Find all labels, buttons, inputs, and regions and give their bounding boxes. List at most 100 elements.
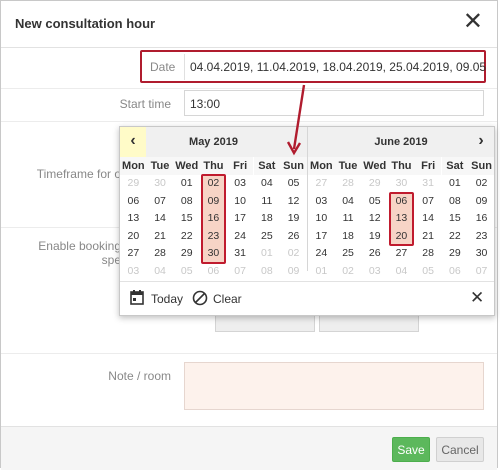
calendar-day[interactable]: 29 xyxy=(361,175,388,192)
calendar-day[interactable]: 18 xyxy=(254,210,281,227)
calendar-day[interactable]: 07 xyxy=(147,193,174,210)
calendar-day[interactable]: 07 xyxy=(227,263,254,280)
calendar-day[interactable]: 24 xyxy=(227,228,254,245)
next-month-button[interactable]: › xyxy=(468,127,494,157)
calendar-day[interactable]: 04 xyxy=(254,175,281,192)
weekday-header: Sat xyxy=(441,157,469,175)
calendar-day[interactable]: 06 xyxy=(120,193,147,210)
calendar-day[interactable]: 12 xyxy=(361,210,388,227)
calendar-day[interactable]: 01 xyxy=(308,263,335,280)
calendar-day[interactable]: 04 xyxy=(147,263,174,280)
calendar-day[interactable]: 11 xyxy=(254,193,281,210)
calendar-day[interactable]: 21 xyxy=(415,228,442,245)
calendar-day[interactable]: 29 xyxy=(442,245,469,262)
calendar-day[interactable]: 29 xyxy=(173,245,200,262)
weekday-header: Mon xyxy=(308,157,335,175)
calendar-day[interactable]: 14 xyxy=(147,210,174,227)
calendar-day[interactable]: 17 xyxy=(308,228,335,245)
calendar-day[interactable]: 08 xyxy=(173,193,200,210)
calendar-day[interactable]: 04 xyxy=(335,193,362,210)
previous-month-button[interactable]: ‹ xyxy=(120,127,146,157)
calendar-day[interactable]: 12 xyxy=(280,193,307,210)
timeframe-label: Timeframe for o xyxy=(36,167,121,181)
datepicker-footer: Today Clear ✕ xyxy=(120,281,494,315)
calendar-day[interactable]: 03 xyxy=(227,175,254,192)
note-textarea[interactable] xyxy=(184,362,484,410)
calendar-day[interactable]: 31 xyxy=(415,175,442,192)
calendar-day[interactable]: 26 xyxy=(280,228,307,245)
calendar-day[interactable]: 18 xyxy=(335,228,362,245)
calendar-day[interactable]: 25 xyxy=(254,228,281,245)
calendar-day[interactable]: 11 xyxy=(335,210,362,227)
calendar-day[interactable]: 27 xyxy=(388,245,415,262)
start-time-input[interactable]: 13:00 xyxy=(184,90,484,116)
calendar-day[interactable]: 02 xyxy=(468,175,494,192)
calendar-day[interactable]: 06 xyxy=(442,263,469,280)
datepicker-close-icon[interactable]: ✕ xyxy=(470,288,484,308)
calendar-day[interactable]: 19 xyxy=(280,210,307,227)
calendar-day[interactable]: 24 xyxy=(308,245,335,262)
calendar-day[interactable]: 05 xyxy=(280,175,307,192)
today-button[interactable]: Today xyxy=(151,292,183,306)
calendar-day[interactable]: 20 xyxy=(120,228,147,245)
calendar-day[interactable]: 03 xyxy=(361,263,388,280)
calendar-day[interactable]: 27 xyxy=(308,175,335,192)
weekday-header: Mon xyxy=(120,157,147,175)
calendar-day[interactable]: 13 xyxy=(120,210,147,227)
calendar-day[interactable]: 30 xyxy=(468,245,494,262)
calendar-day[interactable]: 10 xyxy=(227,193,254,210)
clear-button[interactable]: Clear xyxy=(213,292,242,306)
calendar-day[interactable]: 07 xyxy=(468,263,494,280)
calendar-day[interactable]: 08 xyxy=(254,263,281,280)
calendar-day[interactable]: 17 xyxy=(227,210,254,227)
calendar-day[interactable]: 05 xyxy=(173,263,200,280)
calendar-day[interactable]: 27 xyxy=(120,245,147,262)
dialog-header: New consultation hour ✕ xyxy=(1,1,497,48)
calendar-day[interactable]: 03 xyxy=(308,193,335,210)
dialog-title: New consultation hour xyxy=(15,16,156,31)
calendar-day[interactable]: 26 xyxy=(361,245,388,262)
calendar-day[interactable]: 05 xyxy=(415,263,442,280)
calendar-day[interactable]: 15 xyxy=(173,210,200,227)
calendar-day[interactable]: 03 xyxy=(120,263,147,280)
calendar-day[interactable]: 30 xyxy=(388,175,415,192)
calendar-day[interactable]: 06 xyxy=(200,263,227,280)
enable-booking-label: Enable booking xyxy=(38,239,121,253)
calendar-day[interactable]: 05 xyxy=(361,193,388,210)
calendar-day[interactable]: 09 xyxy=(280,263,307,280)
row-divider xyxy=(1,88,497,89)
calendar-day[interactable]: 04 xyxy=(388,263,415,280)
calendar-day[interactable]: 01 xyxy=(254,245,281,262)
calendar-day[interactable]: 16 xyxy=(468,210,494,227)
calendar-day[interactable]: 14 xyxy=(415,210,442,227)
close-icon[interactable]: ✕ xyxy=(463,10,483,34)
calendar-day[interactable]: 22 xyxy=(173,228,200,245)
calendar-day[interactable]: 02 xyxy=(335,263,362,280)
calendar-day[interactable]: 28 xyxy=(335,175,362,192)
save-button[interactable]: Save xyxy=(392,437,430,462)
calendar-day[interactable]: 21 xyxy=(147,228,174,245)
selected-days-highlight xyxy=(389,191,414,247)
calendar-day[interactable]: 01 xyxy=(173,175,200,192)
calendar-icon xyxy=(130,290,144,308)
date-input[interactable]: 04.04.2019, 11.04.2019, 18.04.2019, 25.0… xyxy=(184,54,486,80)
calendar-day[interactable]: 19 xyxy=(361,228,388,245)
calendar-day[interactable]: 09 xyxy=(468,193,494,210)
calendar-day[interactable]: 15 xyxy=(442,210,469,227)
calendar-day[interactable]: 29 xyxy=(120,175,147,192)
calendar-day[interactable]: 31 xyxy=(227,245,254,262)
calendar-day[interactable]: 25 xyxy=(335,245,362,262)
calendar-day[interactable]: 02 xyxy=(280,245,307,262)
calendar-day[interactable]: 23 xyxy=(468,228,494,245)
calendar-day[interactable]: 22 xyxy=(442,228,469,245)
calendar-day[interactable]: 28 xyxy=(415,245,442,262)
calendar-day[interactable]: 28 xyxy=(147,245,174,262)
calendar-day[interactable]: 30 xyxy=(147,175,174,192)
calendar-day[interactable]: 07 xyxy=(415,193,442,210)
datepicker-popup: May 2019 ‹ June 2019 › Today Clear ✕ Mon… xyxy=(119,126,495,316)
calendar-day[interactable]: 08 xyxy=(442,193,469,210)
calendar-day[interactable]: 01 xyxy=(442,175,469,192)
calendar-day[interactable]: 10 xyxy=(308,210,335,227)
selected-days-highlight xyxy=(201,174,226,264)
cancel-button[interactable]: Cancel xyxy=(436,437,484,462)
